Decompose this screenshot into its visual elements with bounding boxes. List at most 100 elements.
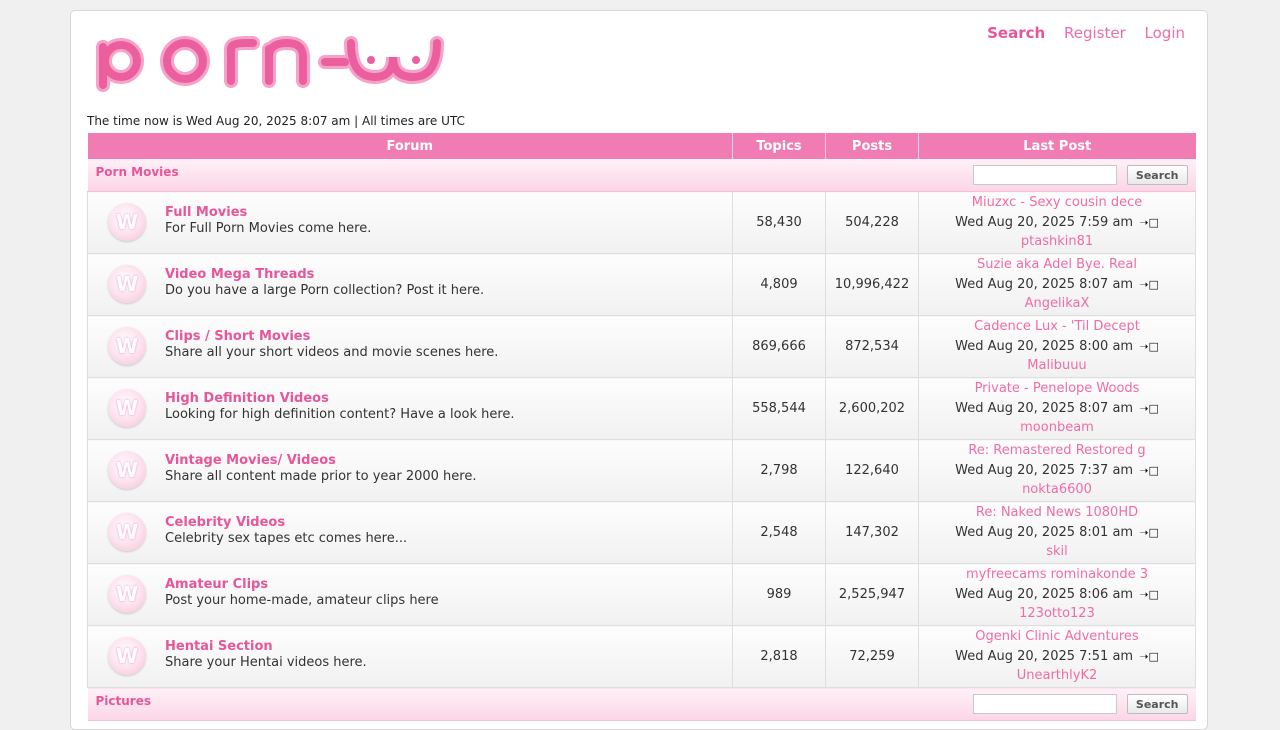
register-link[interactable]: Register xyxy=(1064,24,1126,42)
last-post-time: Wed Aug 20, 2025 8:06 am xyxy=(955,586,1134,602)
forum-title-link[interactable]: Celebrity Videos xyxy=(165,515,285,530)
forum-posts-count: 10,996,422 xyxy=(825,253,919,316)
last-post-title-link[interactable]: Re: Naked News 1080HD xyxy=(976,505,1138,520)
column-header-posts: Posts xyxy=(825,133,919,159)
forum-topics-count: 869,666 xyxy=(732,315,826,378)
category-cell: Pictures Search xyxy=(87,687,1196,721)
last-post-author-link[interactable]: 123otto123 xyxy=(1019,606,1095,621)
forum-read-icon: W xyxy=(108,575,146,613)
forum-topics-count: 558,544 xyxy=(732,377,826,440)
go-to-post-icon[interactable]: ➝□ xyxy=(1139,275,1159,295)
last-post-author-link[interactable]: Malibuuu xyxy=(1027,358,1086,373)
category-search-input[interactable] xyxy=(972,694,1117,714)
last-post-author-link[interactable]: AngelikaX xyxy=(1025,296,1090,311)
go-to-post-icon[interactable]: ➝□ xyxy=(1139,647,1159,667)
forum-last-post: Miuzxc - Sexy cousin dece Wed Aug 20, 20… xyxy=(918,191,1196,254)
forum-cell: W Vintage Movies/ Videos Share all conte… xyxy=(87,439,733,502)
forum-title-link[interactable]: Full Movies xyxy=(165,205,247,220)
go-to-post-icon[interactable]: ➝□ xyxy=(1139,213,1159,233)
forum-posts-count: 72,259 xyxy=(825,625,919,688)
go-to-post-icon[interactable]: ➝□ xyxy=(1139,337,1159,357)
category-row: Pictures Search xyxy=(87,687,1196,721)
forum-title-link[interactable]: Clips / Short Movies xyxy=(165,329,310,344)
site-logo[interactable] xyxy=(93,27,453,103)
forum-posts-count: 147,302 xyxy=(825,501,919,564)
column-header-last-post: Last Post xyxy=(918,133,1196,159)
forum-description: Do you have a large Porn collection? Pos… xyxy=(165,283,485,298)
forum-last-post: Re: Naked News 1080HD Wed Aug 20, 2025 8… xyxy=(918,501,1196,564)
last-post-author-link[interactable]: ptashkin81 xyxy=(1021,234,1093,249)
last-post-time: Wed Aug 20, 2025 8:07 am xyxy=(955,276,1134,292)
forum-read-icon: W xyxy=(108,637,146,675)
last-post-title-link[interactable]: Cadence Lux - 'Til Decept xyxy=(974,319,1140,334)
forum-read-icon: W xyxy=(108,389,146,427)
forum-last-post: Ogenki Clinic Adventures Wed Aug 20, 202… xyxy=(918,625,1196,688)
category-cell: Porn Movies Search xyxy=(87,159,1196,192)
forum-posts-count: 2,525,947 xyxy=(825,563,919,626)
last-post-author-link[interactable]: UnearthlyK2 xyxy=(1017,668,1098,683)
forum-topics-count: 2,798 xyxy=(732,439,826,502)
forum-posts-count: 872,534 xyxy=(825,315,919,378)
forum-cell: W Celebrity Videos Celebrity sex tapes e… xyxy=(87,501,733,564)
category-search-input[interactable] xyxy=(972,165,1117,185)
forum-title-link[interactable]: Hentai Section xyxy=(165,639,273,654)
last-post-title-link[interactable]: myfreecams rominakonde 3 xyxy=(966,567,1148,582)
forum-read-icon: W xyxy=(108,203,146,241)
forum-row: W Full Movies For Full Porn Movies come … xyxy=(87,191,1196,254)
forum-topics-count: 2,818 xyxy=(732,625,826,688)
last-post-author-link[interactable]: nokta6600 xyxy=(1022,482,1092,497)
forum-title-link[interactable]: Amateur Clips xyxy=(165,577,268,592)
forum-cell: W High Definition Videos Looking for hig… xyxy=(87,377,733,440)
forum-topics-count: 58,430 xyxy=(732,191,826,254)
go-to-post-icon[interactable]: ➝□ xyxy=(1139,585,1159,605)
forum-topics-count: 4,809 xyxy=(732,253,826,316)
login-link[interactable]: Login xyxy=(1145,24,1185,42)
last-post-time: Wed Aug 20, 2025 8:01 am xyxy=(955,524,1134,540)
last-post-author-link[interactable]: moonbeam xyxy=(1020,420,1094,435)
forum-description: Looking for high definition content? Hav… xyxy=(165,407,515,422)
last-post-time: Wed Aug 20, 2025 8:00 am xyxy=(955,338,1134,354)
forum-description: For Full Porn Movies come here. xyxy=(165,221,372,236)
forum-last-post: myfreecams rominakonde 3 Wed Aug 20, 202… xyxy=(918,563,1196,626)
forum-title-link[interactable]: High Definition Videos xyxy=(165,391,329,406)
last-post-title-link[interactable]: Ogenki Clinic Adventures xyxy=(975,629,1138,644)
forum-cell: W Amateur Clips Post your home-made, ama… xyxy=(87,563,733,626)
forum-description: Share all your short videos and movie sc… xyxy=(165,345,499,360)
category-title-link[interactable]: Pictures xyxy=(96,694,152,708)
forum-last-post: Suzie aka Adel Bye. Real Wed Aug 20, 202… xyxy=(918,253,1196,316)
last-post-title-link[interactable]: Private - Penelope Woods xyxy=(975,381,1140,396)
last-post-time: Wed Aug 20, 2025 7:37 am xyxy=(955,462,1134,478)
category-title-link[interactable]: Porn Movies xyxy=(96,165,179,179)
forum-description: Share all content made prior to year 200… xyxy=(165,469,477,484)
go-to-post-icon[interactable]: ➝□ xyxy=(1139,523,1159,543)
last-post-title-link[interactable]: Suzie aka Adel Bye. Real xyxy=(977,257,1137,272)
forum-table: Forum Topics Posts Last Post Porn Movies… xyxy=(87,133,1196,721)
forum-row: W Hentai Section Share your Hentai video… xyxy=(87,625,1196,688)
category-search-button[interactable]: Search xyxy=(1126,694,1188,714)
last-post-title-link[interactable]: Miuzxc - Sexy cousin dece xyxy=(972,195,1143,210)
last-post-time: Wed Aug 20, 2025 7:51 am xyxy=(955,648,1134,664)
forum-posts-count: 504,228 xyxy=(825,191,919,254)
category-search-button[interactable]: Search xyxy=(1126,165,1188,185)
category-search: Search xyxy=(972,165,1188,185)
forum-read-icon: W xyxy=(108,451,146,489)
forum-description: Post your home-made, amateur clips here xyxy=(165,593,439,608)
top-nav: Search Register Login xyxy=(973,24,1185,42)
forum-topics-count: 2,548 xyxy=(732,501,826,564)
forum-read-icon: W xyxy=(108,513,146,551)
last-post-author-link[interactable]: skil xyxy=(1046,544,1068,559)
go-to-post-icon[interactable]: ➝□ xyxy=(1139,461,1159,481)
forum-read-icon: W xyxy=(108,265,146,303)
last-post-time: Wed Aug 20, 2025 8:07 am xyxy=(955,400,1134,416)
last-post-title-link[interactable]: Re: Remastered Restored g xyxy=(968,443,1145,458)
column-header-topics: Topics xyxy=(732,133,826,159)
forum-row: W Celebrity Videos Celebrity sex tapes e… xyxy=(87,501,1196,564)
forum-title-link[interactable]: Vintage Movies/ Videos xyxy=(165,453,336,468)
search-link[interactable]: Search xyxy=(987,24,1045,42)
forum-cell: W Hentai Section Share your Hentai video… xyxy=(87,625,733,688)
go-to-post-icon[interactable]: ➝□ xyxy=(1139,399,1159,419)
forum-title-link[interactable]: Video Mega Threads xyxy=(165,267,314,282)
forum-row: W Amateur Clips Post your home-made, ama… xyxy=(87,563,1196,626)
page-container: Search Register Login The time now is We… xyxy=(70,10,1208,730)
forum-description: Celebrity sex tapes etc comes here... xyxy=(165,531,408,546)
